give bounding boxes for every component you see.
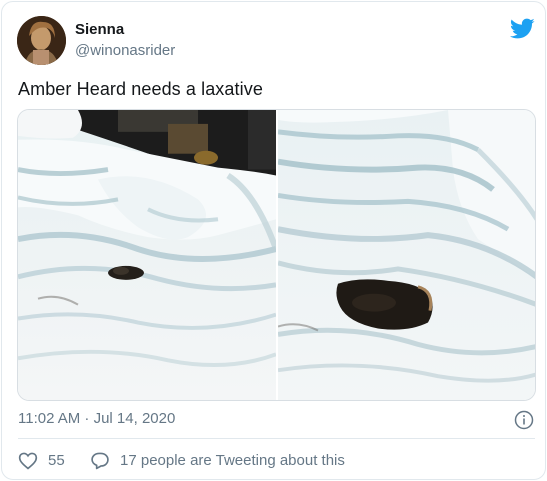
bed-sheet-photo-left[interactable] [18, 110, 276, 400]
avatar[interactable] [17, 16, 66, 65]
divider [18, 438, 535, 439]
bed-sheet-photo-right[interactable] [278, 110, 535, 400]
like-count[interactable]: 55 [48, 452, 65, 469]
speech-bubble-icon[interactable] [90, 451, 110, 470]
twitter-bird-icon[interactable] [510, 18, 535, 40]
timestamp-link[interactable]: 11:02 AM · Jul 14, 2020 [18, 410, 175, 427]
tweet-card: Sienna @winonasrider Amber Heard needs a… [1, 1, 546, 480]
media-grid [17, 109, 536, 401]
handle[interactable]: @winonasrider [75, 42, 175, 59]
display-name[interactable]: Sienna [75, 21, 124, 38]
heart-icon[interactable] [18, 451, 38, 470]
tweeting-about-link[interactable]: 17 people are Tweeting about this [120, 452, 345, 469]
info-icon[interactable] [514, 410, 534, 430]
tweet-text: Amber Heard needs a laxative [18, 79, 263, 99]
